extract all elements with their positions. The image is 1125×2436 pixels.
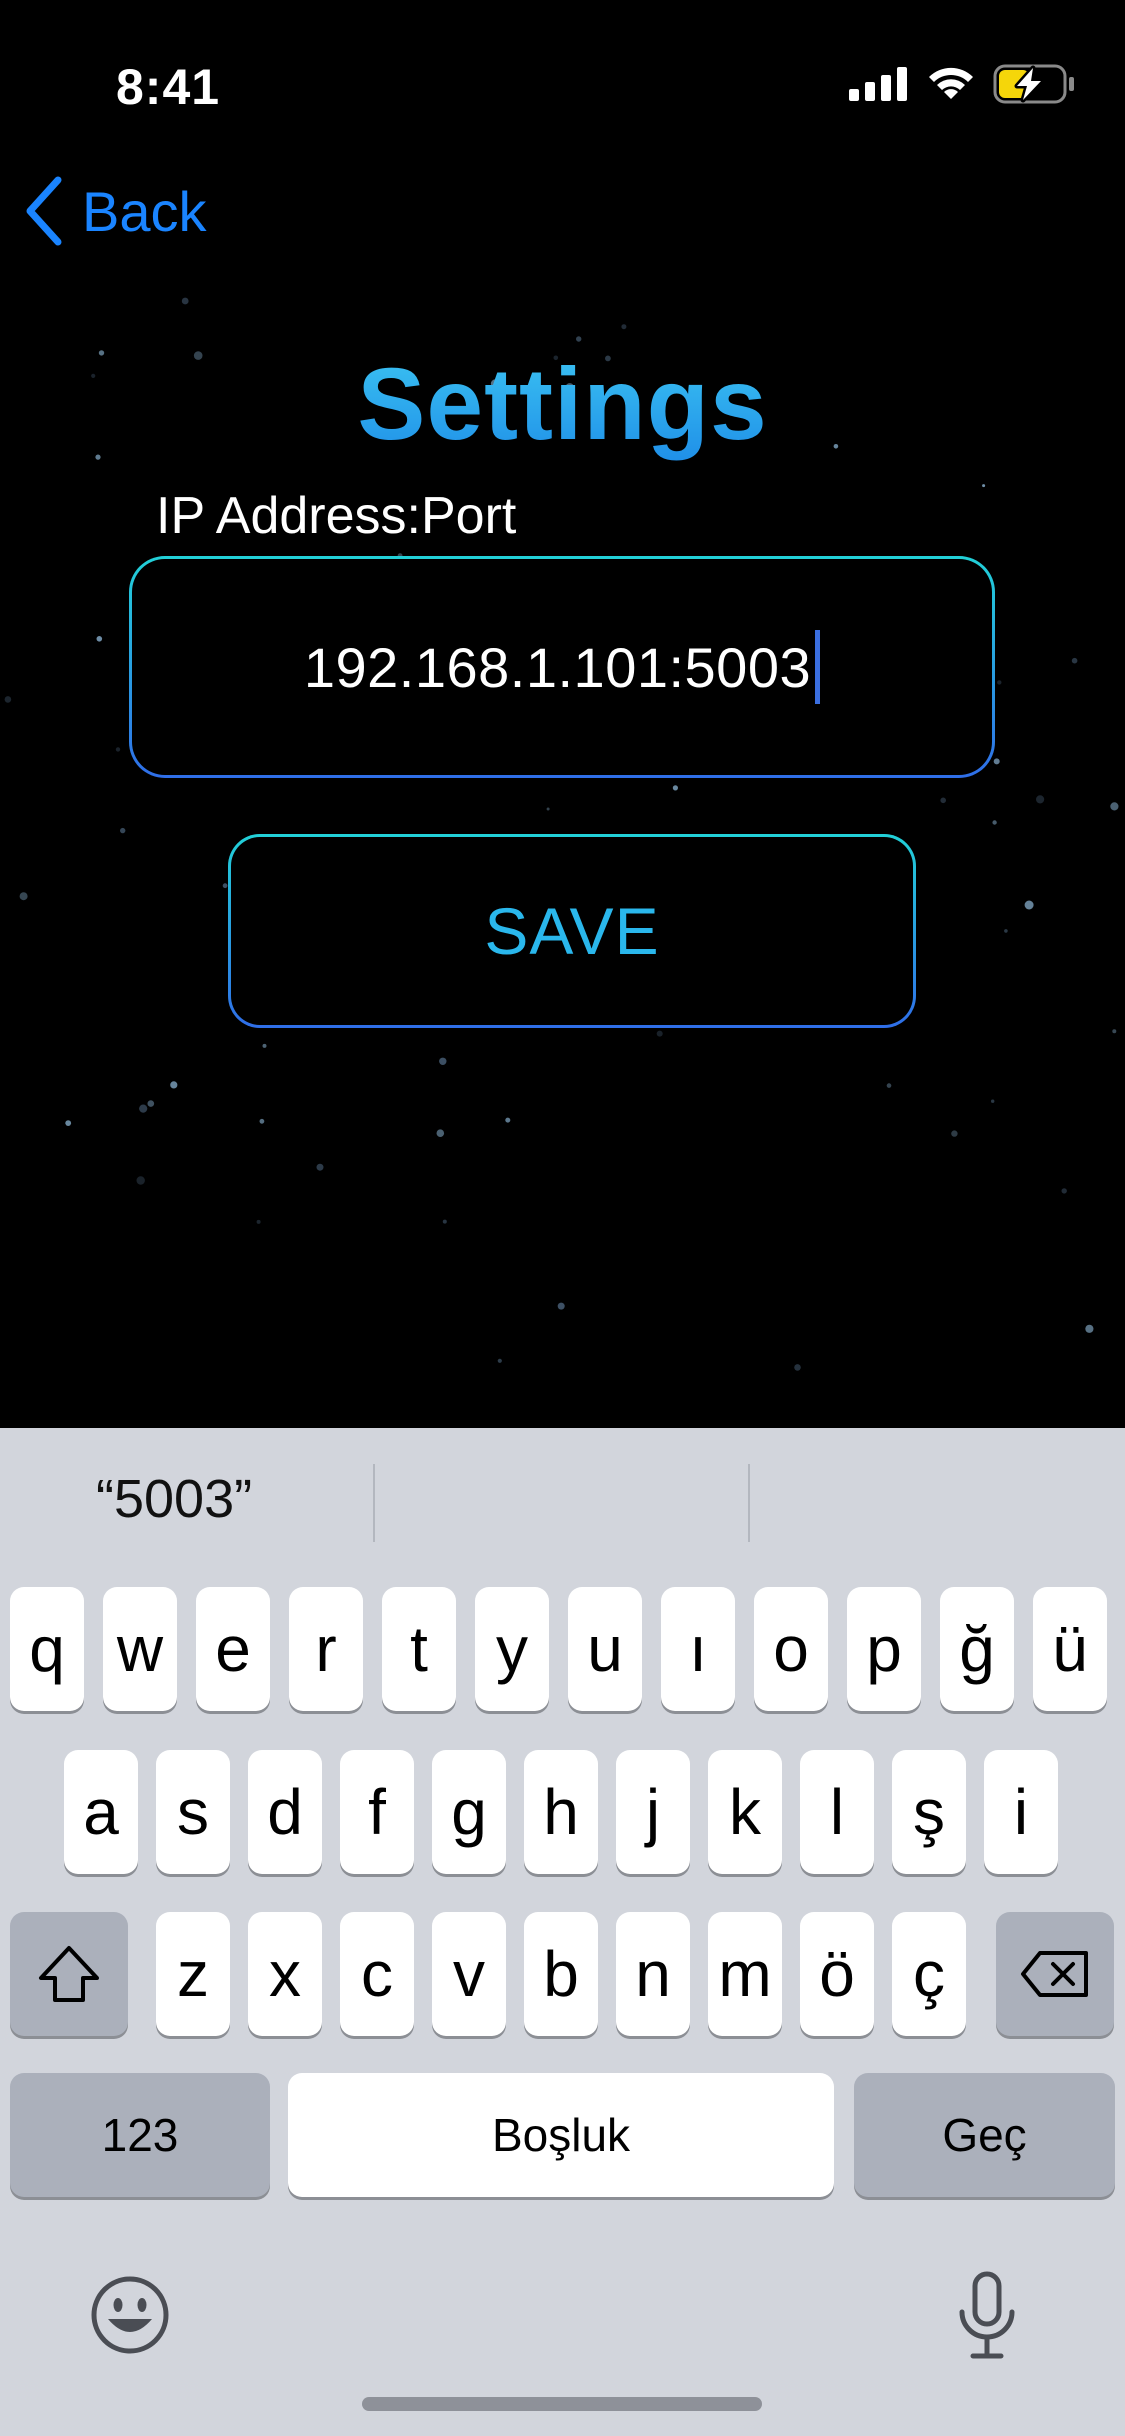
home-indicator[interactable]	[362, 2397, 762, 2411]
space-bar[interactable]: Boşluk	[288, 2073, 834, 2197]
key-s[interactable]: s	[156, 1750, 230, 1874]
key-ı[interactable]: ı	[661, 1587, 735, 1711]
key-j[interactable]: j	[616, 1750, 690, 1874]
suggestion-1[interactable]: “5003”	[96, 1468, 252, 1530]
key-x[interactable]: x	[248, 1912, 322, 2036]
emoji-icon	[91, 2276, 169, 2354]
key-l[interactable]: l	[800, 1750, 874, 1874]
key-p[interactable]: p	[847, 1587, 921, 1711]
ip-address-input[interactable]: 192.168.1.101:5003	[129, 556, 995, 778]
shift-key[interactable]	[10, 1912, 128, 2036]
shift-icon	[39, 1946, 99, 2002]
save-button[interactable]: SAVE	[228, 834, 916, 1028]
key-t[interactable]: t	[382, 1587, 456, 1711]
dictation-button[interactable]	[950, 2270, 1024, 2367]
key-n[interactable]: n	[616, 1912, 690, 2036]
back-button[interactable]: Back	[24, 176, 207, 246]
status-time: 8:41	[116, 59, 221, 115]
key-m[interactable]: m	[708, 1912, 782, 2036]
ip-address-value: 192.168.1.101:5003	[303, 635, 812, 699]
key-a[interactable]: a	[64, 1750, 138, 1874]
key-q[interactable]: q	[10, 1587, 84, 1711]
suggestion-divider	[373, 1464, 375, 1542]
microphone-icon	[959, 2271, 1015, 2359]
key-c[interactable]: c	[340, 1912, 414, 2036]
wifi-icon	[929, 67, 973, 99]
key-o[interactable]: o	[754, 1587, 828, 1711]
key-y[interactable]: y	[475, 1587, 549, 1711]
key-g[interactable]: g	[432, 1750, 506, 1874]
page-title: Settings	[0, 346, 1125, 463]
numbers-key[interactable]: 123	[10, 2073, 270, 2197]
delete-key[interactable]	[996, 1912, 1114, 2036]
key-ü[interactable]: ü	[1033, 1587, 1107, 1711]
save-label: SAVE	[484, 894, 660, 968]
key-b[interactable]: b	[524, 1912, 598, 2036]
settings-screen: 8:41 Back Settings IP Address:Port 192.1…	[0, 0, 1125, 1428]
key-ş[interactable]: ş	[892, 1750, 966, 1874]
chevron-left-icon	[26, 176, 62, 246]
return-key[interactable]: Geç	[854, 2073, 1115, 2197]
key-f[interactable]: f	[340, 1750, 414, 1874]
keyboard: “5003” 123 Boşluk Geç q w e r t y u ı o …	[0, 1428, 1125, 2436]
key-ç[interactable]: ç	[892, 1912, 966, 2036]
back-label: Back	[82, 179, 207, 243]
key-h[interactable]: h	[524, 1750, 598, 1874]
key-ğ[interactable]: ğ	[940, 1587, 1014, 1711]
key-w[interactable]: w	[103, 1587, 177, 1711]
key-u[interactable]: u	[568, 1587, 642, 1711]
key-z[interactable]: z	[156, 1912, 230, 2036]
key-k[interactable]: k	[708, 1750, 782, 1874]
key-d[interactable]: d	[248, 1750, 322, 1874]
status-icons	[849, 64, 1075, 104]
cellular-signal-icon	[849, 67, 907, 101]
text-cursor	[815, 630, 821, 704]
battery-charging-icon	[993, 64, 1074, 104]
ip-address-label: IP Address:Port	[156, 487, 517, 545]
suggestion-bar: “5003”	[0, 1428, 1125, 1578]
key-e[interactable]: e	[196, 1587, 270, 1711]
screen: 8:41 Back Settings IP Address:Port 192.1…	[0, 0, 1125, 2436]
suggestion-divider	[748, 1464, 750, 1542]
key-i[interactable]: i	[984, 1750, 1058, 1874]
key-r[interactable]: r	[289, 1587, 363, 1711]
key-v[interactable]: v	[432, 1912, 506, 2036]
emoji-button[interactable]	[90, 2275, 170, 2360]
backspace-icon	[1021, 1951, 1088, 1997]
key-ö[interactable]: ö	[800, 1912, 874, 2036]
